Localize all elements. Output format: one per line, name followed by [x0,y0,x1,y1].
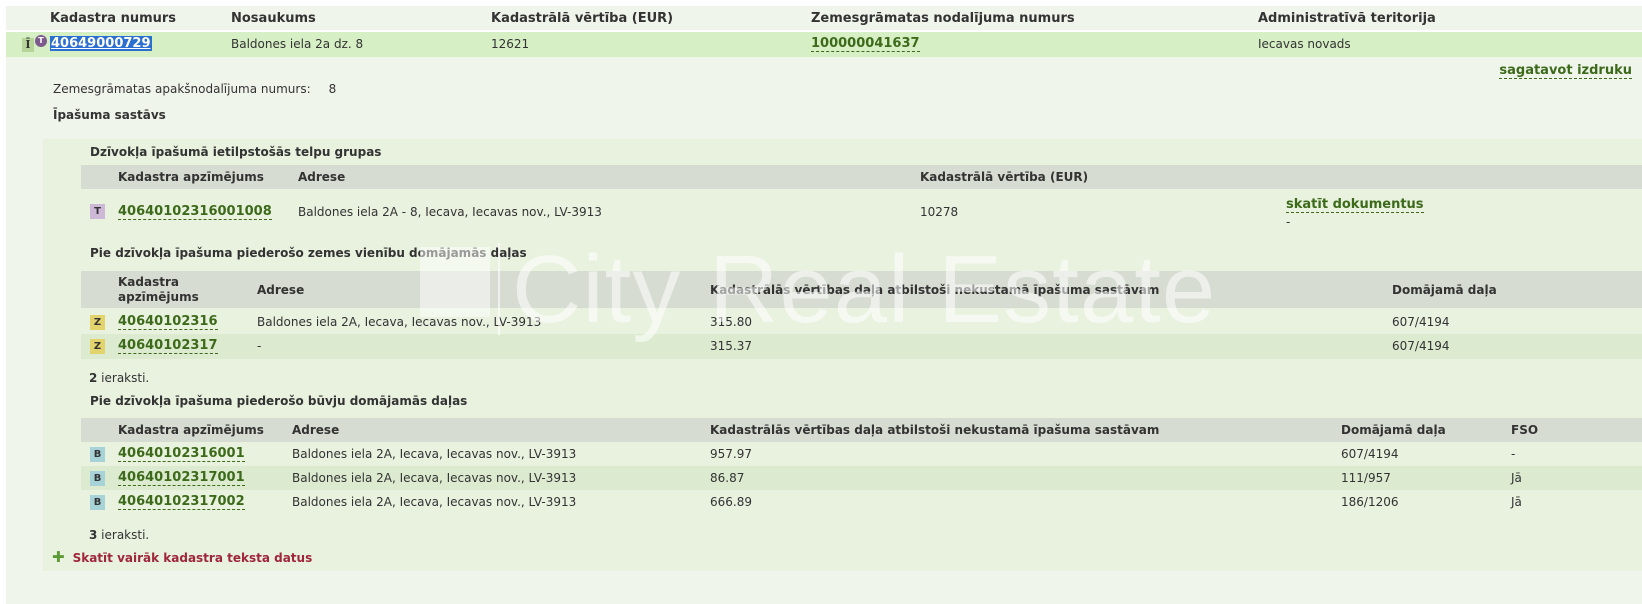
landbook-number-link[interactable]: 100000041637 [811,36,920,52]
buildings-header-code: Kadastra apzīmējums [118,423,264,437]
buildings-header-share: Domājamā daļa [1341,423,1446,437]
more-data-link[interactable]: ✚ Skatīt vairāk kadastra teksta datus [52,548,312,566]
land-header-code: Kadastra apzīmējums [118,275,199,304]
header-cadastral-value: Kadastrālā vērtība (EUR) [491,10,674,26]
building-icon: B [90,495,105,510]
main-table-row[interactable]: Ī T 40649000729 Baldones iela 2a dz. 8 1… [6,32,1642,57]
land-unit-icon: Z [90,315,105,330]
property-composition-panel: Dzīvokļa īpašumā ietilpstošās telpu grup… [43,139,1642,571]
building-share: 111/957 [1341,471,1391,485]
table-row: B 40640102317002 Baldones iela 2A, Iecav… [81,490,1642,515]
admin-territory: Iecavas novads [1258,37,1351,51]
header-admin-territory: Administratīvā teritorija [1258,10,1436,26]
building-icon: B [90,447,105,462]
buildings-count-label: ieraksti. [97,528,150,542]
t-badge-icon: T [35,35,47,47]
buildings-header-address: Adrese [292,423,340,437]
land-value: 315.37 [710,339,752,353]
land-record-count: 2 ieraksti. [89,371,149,385]
land-header-share: Domājamā daļa [1392,283,1497,297]
land-header-address: Adrese [257,283,305,297]
land-share: 607/4194 [1392,339,1450,353]
property-name: Baldones iela 2a dz. 8 [231,37,364,51]
table-row: T 40640102316001008 Baldones iela 2A - 8… [81,191,1642,231]
building-code-link[interactable]: 40640102317001 [118,470,245,486]
table-row: B 40640102317001 Baldones iela 2A, Iecav… [81,466,1642,490]
cadastre-page: Kadastra numurs Nosaukums Kadastrālā vēr… [0,0,1642,604]
header-landbook-number: Zemesgrāmatas nodalījuma numurs [811,10,1075,26]
rooms-header-address: Adrese [298,170,346,184]
building-code-link[interactable]: 40640102317002 [118,494,245,510]
plus-icon: ✚ [52,548,65,566]
building-icon: B [90,471,105,486]
property-detail-panel: sagatavot izdruku Zemesgrāmatas apakšnod… [6,57,1642,604]
rooms-section-title: Dzīvokļa īpašumā ietilpstošās telpu grup… [90,145,382,159]
buildings-section-title: Pie dzīvokļa īpašuma piederošo būvju dom… [90,394,468,408]
more-data-label[interactable]: Skatīt vairāk kadastra teksta datus [73,551,313,565]
building-address: Baldones iela 2A, Iecava, Iecavas nov., … [292,447,577,461]
land-share: 607/4194 [1392,315,1450,329]
header-name: Nosaukums [231,10,316,26]
table-row: B 40640102316001 Baldones iela 2A, Iecav… [81,442,1642,466]
rooms-header-code: Kadastra apzīmējums [118,170,264,184]
property-info-icon[interactable]: Ī T [18,35,48,53]
print-link[interactable]: sagatavot izdruku [1499,63,1632,79]
land-section-title: Pie dzīvokļa īpašuma piederošo zemes vie… [90,246,527,260]
buildings-table-header: Kadastra apzīmējums Adrese Kadastrālās v… [81,418,1642,442]
property-type-icon: Ī [22,38,34,52]
buildings-header-value: Kadastrālās vērtības daļa atbilstoši nek… [710,423,1160,437]
room-address: Baldones iela 2A - 8, Iecava, Iecavas no… [298,205,602,219]
building-fso: - [1511,447,1516,461]
rooms-header-value: Kadastrālā vērtība (EUR) [920,170,1089,184]
view-documents-link[interactable]: skatīt dokumentus [1286,197,1424,213]
building-share: 607/4194 [1341,447,1399,461]
land-address: - [257,339,262,353]
main-table-header: Kadastra numurs Nosaukums Kadastrālā vēr… [6,6,1642,30]
property-composition-title: Īpašuma sastāvs [53,108,166,122]
building-value: 666.89 [710,495,752,509]
rooms-table-header: Kadastra apzīmējums Adrese Kadastrālā vē… [81,165,1642,189]
land-count-label: ieraksti. [97,371,150,385]
land-table-header: Kadastra apzīmējums Adrese Kadastrālās v… [81,271,1642,308]
building-address: Baldones iela 2A, Iecava, Iecavas nov., … [292,471,577,485]
land-unit-icon: Z [90,339,105,354]
room-code-link[interactable]: 40640102316001008 [118,204,272,220]
land-value: 315.80 [710,315,752,329]
cadastre-number-link[interactable]: 40649000729 [50,36,152,51]
building-address: Baldones iela 2A, Iecava, Iecavas nov., … [292,495,577,509]
header-cadastre-number: Kadastra numurs [50,10,177,26]
land-header-value: Kadastrālās vērtības daļa atbilstoši nek… [710,283,1160,297]
table-row: Z 40640102317 - 315.37 607/4194 [81,334,1642,359]
land-code-link[interactable]: 40640102317 [118,338,218,354]
land-address: Baldones iela 2A, Iecava, Iecavas nov., … [257,315,542,329]
building-value: 957.97 [710,447,752,461]
room-value: 10278 [920,205,959,219]
room-group-icon: T [90,204,105,219]
buildings-record-count: 3 ieraksti. [89,528,149,542]
building-share: 186/1206 [1341,495,1399,509]
sub-section-number-label: Zemesgrāmatas apakšnodalījuma numurs: [53,82,311,96]
buildings-header-fso: FSO [1511,423,1539,437]
building-code-link[interactable]: 40640102316001 [118,446,245,462]
building-fso: Jā [1511,495,1522,509]
building-value: 86.87 [710,471,745,485]
building-fso: Jā [1511,471,1522,485]
sub-section-number-value: 8 [328,82,337,96]
table-row: Z 40640102316 Baldones iela 2A, Iecava, … [81,310,1642,334]
documents-extra: - [1286,215,1291,229]
sub-section-number-line: Zemesgrāmatas apakšnodalījuma numurs: 8 [53,82,336,96]
land-code-link[interactable]: 40640102316 [118,314,218,330]
cadastral-value: 12621 [491,37,530,51]
